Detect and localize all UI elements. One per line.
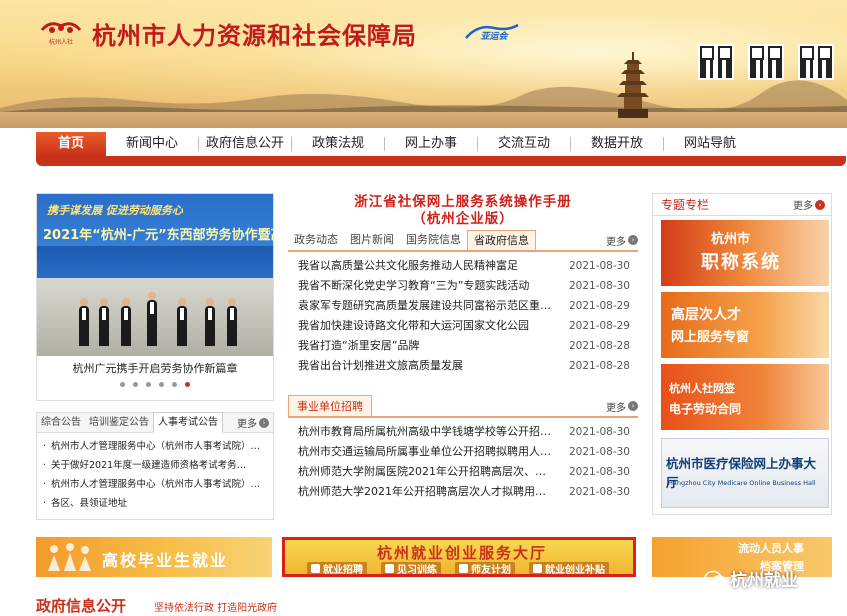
news-item[interactable]: 我省打造“浙里安居”品牌 2021-08-28 xyxy=(288,336,638,356)
nav-item-policy[interactable]: 政策法规 xyxy=(292,132,384,156)
carousel-dot[interactable] xyxy=(146,382,151,387)
carousel-dot[interactable] xyxy=(133,382,138,387)
special-topics-header: 专题专栏 更多 › xyxy=(653,194,831,216)
recruitment-item[interactable]: 杭州师范大学附属医院2021年公开招聘高层次、… 2021-08-30 xyxy=(288,462,638,482)
promo-medicare-hall[interactable]: 杭州市医疗保险网上办事大厅 Hangzhou City Medicare Onl… xyxy=(661,438,829,508)
news-list: 我省以高质量公共文化服务推动人民精神富足 2021-08-30 我省不断深化党史学… xyxy=(288,256,638,376)
tab-general-notice[interactable]: 综合公告 xyxy=(37,413,85,433)
badge-text: 亚运会 xyxy=(480,31,509,42)
middle-column: 浙江省社保网上服务系统操作手册 （杭州企业版） 政务动态 图片新闻 国务院信息 … xyxy=(288,193,638,502)
promo-e-labor-contract[interactable]: 杭州人社网签 电子劳动合同 xyxy=(661,364,829,430)
asian-games-badge-icon: 亚运会 xyxy=(465,23,519,42)
carousel-dot[interactable] xyxy=(159,382,164,387)
header-banner: 杭州人社 杭州市人力资源和社会保障局 亚运会 xyxy=(0,0,847,128)
promo-title-system[interactable]: 杭州市 职称系统 xyxy=(661,220,829,286)
nav-item-interaction[interactable]: 交流互动 xyxy=(478,132,570,156)
recruitment-item[interactable]: 杭州师范大学2021年公开招聘高层次人才拟聘用… 2021-08-30 xyxy=(288,482,638,502)
announcement-list: · 杭州市人才管理服务中心（杭州市人事考试院）… · 关于做好2021年度一级建造师… xyxy=(37,433,273,517)
tab-provincial-gov[interactable]: 省政府信息 xyxy=(467,230,536,250)
photo-banner-slogan: 携手谋发展 促进劳动服务心 xyxy=(47,204,183,217)
more-arrow-icon: › xyxy=(628,401,638,411)
service-mentor-plan[interactable]: 师友计划 xyxy=(455,562,515,574)
service-subsidy[interactable]: 就业创业补贴 xyxy=(529,562,609,574)
nav-item-home[interactable]: 首页 xyxy=(36,132,106,156)
photo-banner-title: 2021年“杭州-广元”东西部劳务协作暨高校毕业生招聘会 xyxy=(43,228,273,243)
qr-code-2-icon[interactable] xyxy=(748,44,784,80)
recruitment-item[interactable]: 杭州市教育局所属杭州高级中学钱塘学校等公开招… 2021-08-30 xyxy=(288,422,638,442)
more-arrow-icon: › xyxy=(628,235,638,245)
nav-item-open-data[interactable]: 数据开放 xyxy=(571,132,663,156)
banner-water xyxy=(0,112,847,128)
tab-photo-news[interactable]: 图片新闻 xyxy=(344,230,400,250)
qr-code-3-icon[interactable] xyxy=(798,44,834,80)
employment-service-hall-banner[interactable]: 杭州就业创业服务大厅 就业招聘 见习训练 师友计划 就业创业补贴 xyxy=(282,537,636,577)
graduate-employment-banner[interactable]: 高校毕业生就业 xyxy=(36,537,272,577)
tab-exam-notice[interactable]: 人事考试公告 xyxy=(153,412,223,433)
special-topics-title: 专题专栏 xyxy=(661,198,710,212)
news-item[interactable]: 袁家军专题研究高质量发展建设共同富裕示范区重… 2021-08-29 xyxy=(288,296,638,316)
service-job-recruitment[interactable]: 就业招聘 xyxy=(307,562,367,574)
special-topics-panel: 专题专栏 更多 › 杭州市 职称系统 高层次人才 网上服务专窗 杭州人社网签 电子… xyxy=(652,193,832,515)
main-nav: 首页 新闻中心 政府信息公开 政策法规 网上办事 交流互动 数据开放 网站导航 xyxy=(36,132,846,156)
photo-people xyxy=(37,278,273,356)
logo-caption: 杭州人社 xyxy=(49,38,73,46)
gov-info-section-subtitle: 坚持依法行政 打造阳光政府 xyxy=(154,603,278,614)
news-item[interactable]: 我省加快建设诗路文化带和大运河国家文化公园 2021-08-29 xyxy=(288,316,638,336)
nav-item-gov-info[interactable]: 政府信息公开 xyxy=(199,132,291,156)
news-item[interactable]: 我省以高质量公共文化服务推动人民精神富足 2021-08-30 xyxy=(288,256,638,276)
nav-item-online-service[interactable]: 网上办事 xyxy=(385,132,477,156)
gov-info-section-title[interactable]: 政府信息公开 xyxy=(36,595,126,616)
photo-stage-backdrop xyxy=(37,246,273,280)
news-item[interactable]: 我省出台计划推进文旅高质量发展 2021-08-28 xyxy=(288,356,638,376)
carousel-dots xyxy=(37,382,273,387)
tab-state-council[interactable]: 国务院信息 xyxy=(400,230,467,250)
announcement-tabs: 综合公告 培训鉴定公告 人事考试公告 更多 › xyxy=(37,412,273,433)
more-arrow-icon: › xyxy=(259,417,269,428)
news-item[interactable]: 我省不断深化党史学习教育“三为”专题实践活动 2021-08-30 xyxy=(288,276,638,296)
qr-code-1-icon[interactable] xyxy=(698,44,734,80)
wechat-watermark: 杭州就业 xyxy=(704,566,798,591)
list-item[interactable]: · 关于做好2021年度一级建造师资格考试考务… xyxy=(43,456,267,475)
list-item[interactable]: · 杭州市人才管理服务中心（杭州市人事考试院）… xyxy=(43,437,267,456)
promo-high-talent[interactable]: 高层次人才 网上服务专窗 xyxy=(661,292,829,358)
recruitment-tabs: 事业单位招聘 更多 › xyxy=(288,395,638,418)
news-more-link[interactable]: 更多 › xyxy=(606,230,638,250)
announcement-more-link[interactable]: 更多 › xyxy=(237,415,273,430)
handshake-icon xyxy=(459,564,468,573)
more-arrow-icon: › xyxy=(815,199,825,210)
tab-public-institution-recruitment[interactable]: 事业单位招聘 xyxy=(288,395,372,416)
graduates-icon xyxy=(48,543,91,571)
nav-item-site-map[interactable]: 网站导航 xyxy=(664,132,756,156)
coin-icon xyxy=(533,564,542,573)
recruitment-more-link[interactable]: 更多 › xyxy=(606,396,638,416)
leifeng-pagoda-icon xyxy=(617,52,649,118)
news-tabs: 政务动态 图片新闻 国务院信息 省政府信息 更多 › xyxy=(288,230,638,252)
carousel-dot[interactable] xyxy=(120,382,125,387)
list-item[interactable]: · 各区、县领证地址 xyxy=(43,494,267,513)
carousel-dot-active[interactable] xyxy=(185,382,190,387)
announcement-panel: 综合公告 培训鉴定公告 人事考试公告 更多 › · 杭州市人才管理服务中心（杭州市人… xyxy=(36,412,274,520)
carousel-caption[interactable]: 杭州广元携手开启劳务协作新篇章 xyxy=(37,360,273,376)
carousel-dot[interactable] xyxy=(172,382,177,387)
wechat-icon xyxy=(704,570,726,587)
tab-gov-news[interactable]: 政务动态 xyxy=(288,230,344,250)
hrss-logo-icon[interactable]: 杭州人社 xyxy=(38,18,84,48)
special-topics-more-link[interactable]: 更多 › xyxy=(793,197,831,212)
book-icon xyxy=(385,564,394,573)
list-item[interactable]: · 杭州市人才管理服务中心（杭州市人事考试院）… xyxy=(43,475,267,494)
recruitment-item[interactable]: 杭州市交通运输局所属事业单位公开招聘拟聘用人… 2021-08-30 xyxy=(288,442,638,462)
carousel-photo[interactable]: 携手谋发展 促进劳动服务心 2021年“杭州-广元”东西部劳务协作暨高校毕业生招… xyxy=(37,194,273,356)
site-title[interactable]: 杭州市人力资源和社会保障局 xyxy=(92,16,417,51)
nav-item-news[interactable]: 新闻中心 xyxy=(106,132,198,156)
briefcase-icon xyxy=(311,564,320,573)
nav-underline-bar xyxy=(36,156,846,166)
recruitment-list: 杭州市教育局所属杭州高级中学钱塘学校等公开招… 2021-08-30 杭州市交通运… xyxy=(288,422,638,502)
news-carousel[interactable]: 携手谋发展 促进劳动服务心 2021年“杭州-广元”东西部劳务协作暨高校毕业生招… xyxy=(36,193,274,401)
service-internship[interactable]: 见习训练 xyxy=(381,562,441,574)
social-insurance-manual-link[interactable]: 浙江省社保网上服务系统操作手册 （杭州企业版） xyxy=(288,193,638,227)
tab-training-notice[interactable]: 培训鉴定公告 xyxy=(85,413,153,433)
service-links: 就业招聘 见习训练 师友计划 就业创业补贴 xyxy=(307,562,609,574)
